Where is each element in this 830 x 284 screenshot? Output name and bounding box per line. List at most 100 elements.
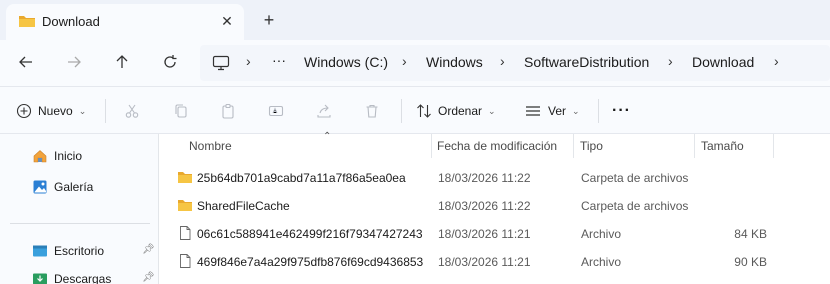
column-header-name[interactable]: ⌃ Nombre: [181, 131, 431, 158]
breadcrumb-separator: ›: [774, 53, 779, 69]
sidebar-item-label: Descargas: [54, 272, 112, 284]
plus-circle-icon: [16, 103, 32, 119]
breadcrumb-overflow[interactable]: ···: [272, 52, 286, 68]
forward-button[interactable]: [59, 49, 89, 75]
breadcrumb-windows[interactable]: Windows: [426, 54, 483, 70]
chevron-down-icon: ⌄: [488, 105, 496, 116]
new-button-label: Nuevo: [38, 104, 73, 118]
view-button-label: Ver: [548, 104, 567, 118]
column-divider[interactable]: [773, 134, 774, 158]
back-button[interactable]: [11, 49, 41, 75]
cut-button[interactable]: [124, 99, 140, 123]
file-modified: 18/03/2026 11:21: [438, 227, 531, 241]
address-bar[interactable]: › ··· Windows (C:) › Windows › SoftwareD…: [200, 45, 830, 81]
trash-icon: [366, 104, 378, 118]
file-modified: 18/03/2026 11:22: [438, 199, 531, 213]
computer-icon: [212, 55, 230, 71]
refresh-icon: [164, 55, 177, 68]
file-row[interactable]: SharedFileCache 18/03/2026 11:22 Carpeta…: [159, 191, 830, 219]
breadcrumb-separator: ›: [500, 53, 505, 69]
view-button[interactable]: Ver ⌄: [524, 99, 580, 123]
scissors-icon: [125, 104, 139, 118]
desktop-icon: [33, 245, 47, 257]
sidebar-item-label: Galería: [54, 180, 94, 194]
folder-icon: [178, 200, 192, 211]
sort-icon: [417, 104, 431, 118]
share-button[interactable]: [316, 99, 332, 123]
file-size: 84 KB: [734, 227, 767, 241]
more-options-button[interactable]: ···: [612, 99, 631, 123]
pin-icon[interactable]: 📌︎: [142, 272, 155, 283]
home-icon: [33, 150, 47, 163]
breadcrumb-separator: ›: [246, 53, 251, 69]
file-icon: [180, 226, 191, 240]
breadcrumb-softwaredistribution[interactable]: SoftwareDistribution: [524, 54, 649, 70]
folder-icon: [178, 172, 192, 183]
sidebar-divider: [10, 223, 150, 224]
copy-icon: [175, 104, 187, 118]
breadcrumb-windows-c[interactable]: Windows (C:): [304, 54, 388, 70]
column-header-label: Tamaño: [701, 139, 744, 153]
file-name: 25b64db701a9cabd7a11a7f86a5ea0ea: [197, 171, 406, 185]
refresh-button[interactable]: [155, 49, 185, 75]
column-header-label: Nombre: [189, 139, 232, 153]
arrow-right-icon: [68, 56, 81, 68]
file-modified: 18/03/2026 11:21: [438, 255, 531, 269]
file-type: Archivo: [581, 255, 622, 269]
column-header-type[interactable]: Tipo: [572, 134, 694, 158]
tab-download[interactable]: Download ✕: [6, 4, 244, 40]
close-tab-icon[interactable]: ✕: [218, 12, 236, 30]
downloads-icon: [33, 273, 47, 284]
file-size: 90 KB: [734, 255, 767, 269]
folder-icon: [19, 16, 35, 27]
sidebar-item-gallery[interactable]: Galería: [0, 173, 158, 201]
divider: [598, 99, 599, 123]
rename-button[interactable]: [268, 99, 284, 123]
file-type: Carpeta de archivos: [581, 171, 689, 185]
file-row[interactable]: 469f846e7a4a29f975dfb876f69cd9436853... …: [159, 247, 830, 275]
clipboard-icon: [222, 103, 234, 119]
sidebar-item-label: Escritorio: [54, 244, 105, 258]
pin-icon[interactable]: 📌︎: [142, 244, 155, 255]
arrow-up-icon: [116, 55, 128, 68]
column-header-modified[interactable]: Fecha de modificación: [429, 134, 573, 158]
delete-button[interactable]: [364, 99, 380, 123]
file-icon: [180, 254, 191, 268]
file-row[interactable]: 25b64db701a9cabd7a11a7f86a5ea0ea 18/03/2…: [159, 163, 830, 191]
file-list: ⌃ Nombre Fecha de modificación Tipo Tama…: [159, 131, 830, 284]
navigation-bar: › ··· Windows (C:) › Windows › SoftwareD…: [0, 40, 830, 86]
file-name: 06c61c588941e462499f216f79347427243d...: [197, 227, 423, 241]
command-bar: Nuevo ⌄ Ordenar ⌄ Ver ⌄ ···: [0, 86, 830, 134]
view-list-icon: [526, 106, 540, 116]
up-button[interactable]: [107, 49, 137, 75]
sidebar-item-desktop[interactable]: Escritorio 📌︎: [0, 237, 158, 265]
sort-button[interactable]: Ordenar ⌄: [416, 99, 496, 123]
navigation-pane: Inicio Galería Escritorio 📌︎ Descargas 📌…: [0, 134, 158, 284]
new-button[interactable]: Nuevo ⌄: [16, 99, 86, 123]
chevron-down-icon: ⌄: [78, 105, 87, 116]
new-tab-button[interactable]: +: [258, 9, 280, 31]
sort-button-label: Ordenar: [438, 104, 483, 118]
breadcrumb-separator: ›: [402, 53, 407, 69]
paste-button[interactable]: [220, 99, 236, 123]
file-row[interactable]: 06c61c588941e462499f216f79347427243d... …: [159, 219, 830, 247]
sort-ascending-icon: ⌃: [323, 131, 332, 142]
column-header-label: Tipo: [580, 139, 603, 153]
divider: [401, 99, 402, 123]
breadcrumb-download[interactable]: Download: [692, 54, 754, 70]
gallery-icon: [33, 180, 47, 194]
chevron-down-icon: ⌄: [572, 105, 580, 116]
copy-button[interactable]: [173, 99, 189, 123]
column-header-label: Fecha de modificación: [437, 139, 558, 153]
column-header-size[interactable]: Tamaño: [693, 134, 773, 158]
share-icon: [317, 104, 331, 118]
file-type: Archivo: [581, 227, 622, 241]
tab-title: Download: [42, 14, 100, 29]
sidebar-item-downloads[interactable]: Descargas 📌︎: [0, 265, 158, 284]
divider: [105, 99, 106, 123]
rename-icon: [268, 105, 284, 117]
file-name: 469f846e7a4a29f975dfb876f69cd9436853...: [197, 255, 423, 269]
sidebar-item-home[interactable]: Inicio: [0, 142, 158, 170]
file-name: SharedFileCache: [197, 199, 290, 213]
file-type: Carpeta de archivos: [581, 199, 689, 213]
